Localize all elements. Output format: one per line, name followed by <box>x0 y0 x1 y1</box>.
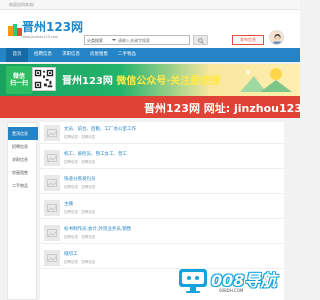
image-placeholder-icon <box>47 154 57 162</box>
listing-meta: 招聘信息 · 招聘信息 <box>64 260 96 264</box>
search-category-select[interactable]: 分类搜索 <box>87 38 103 44</box>
url-banner-text: 晋州123网 网址: jinzhou123.c <box>144 102 300 115</box>
user-icon <box>273 34 282 44</box>
list-item[interactable]: 机工、质检员、熟工女工、普工 招聘信息 · 招聘信息 <box>40 147 284 169</box>
listing-title[interactable]: 文员、前台、后勤、工厂办公室工作 <box>64 126 136 132</box>
image-placeholder-icon <box>47 229 57 237</box>
listing-meta: 招聘信息 · 招聘信息 <box>64 135 96 139</box>
listing-meta: 招聘信息 · 招聘信息 <box>64 210 96 214</box>
list-item[interactable]: 快递分拣发包员 招聘信息 · 招聘信息 <box>40 172 284 194</box>
sidebar-item-housing[interactable]: 房屋租售 <box>8 166 38 179</box>
listing-meta: 招聘信息 · 招聘信息 <box>64 235 96 239</box>
main-nav: 首页 招聘信息 求职信息 房屋租售 二手物品 <box>0 48 300 62</box>
listing-thumbnail <box>44 175 60 191</box>
header: 晋州123网 www.Jinzhou123.com 分类搜索 发布信息 <box>0 10 300 48</box>
wechat-banner-text: 晋州123网 微信公众号·关注最便捷 <box>62 72 220 87</box>
image-placeholder-icon <box>47 129 57 137</box>
listing-meta: 招聘信息 · 招聘信息 <box>64 160 96 164</box>
listing-thumbnail <box>44 150 60 166</box>
search-box: 分类搜索 <box>84 35 190 45</box>
wechat-banner-slogan: 微信公众号·关注最便捷 <box>116 76 221 87</box>
watermark-subtext: 008DH.COM <box>219 288 244 293</box>
image-placeholder-icon <box>47 204 57 212</box>
welcome-text: 欢迎访问本站! <box>9 2 35 7</box>
category-sidebar: 置顶信息 招聘信息 求职信息 房屋租售 二手物品 <box>7 122 38 300</box>
image-placeholder-icon <box>47 179 57 187</box>
nav-item-housing[interactable]: 房屋租售 <box>86 48 112 62</box>
wechat-tag-line1: 微信 <box>12 73 25 80</box>
search-icon <box>198 38 204 44</box>
listing-thumbnail <box>44 200 60 216</box>
wechat-tag-line2: 扫一扫 <box>9 80 28 87</box>
listing-title[interactable]: 主播 <box>64 201 73 207</box>
logo-icon <box>8 24 22 36</box>
listing-thumbnail <box>44 125 60 141</box>
chevron-down-icon[interactable] <box>112 39 116 41</box>
listing-title[interactable]: 标书制作员,会计,外贸业务员,销售 <box>64 226 131 232</box>
sidebar-item-secondhand[interactable]: 二手物品 <box>8 179 38 192</box>
search-input[interactable] <box>118 37 188 44</box>
image-placeholder-icon <box>47 254 57 262</box>
listing-meta: 招聘信息 · 招聘信息 <box>64 185 96 189</box>
qr-code-icon <box>32 67 56 91</box>
avatar[interactable] <box>269 30 284 45</box>
listing-thumbnail <box>44 225 60 241</box>
top-bar: 欢迎访问本站! <box>0 0 300 10</box>
listing-thumbnail <box>44 250 60 266</box>
search-button[interactable] <box>193 35 208 45</box>
wechat-banner[interactable]: 微信 扫一扫 晋州123网 微信公众号·关注最便捷 <box>0 64 300 96</box>
url-banner[interactable]: 晋州123网 网址: jinzhou123.c <box>0 96 300 118</box>
post-info-button[interactable]: 发布信息 <box>232 35 264 45</box>
monitor-logo-icon <box>179 269 207 293</box>
list-item[interactable]: 标书制作员,会计,外贸业务员,销售 招聘信息 · 招聘信息 <box>40 222 284 244</box>
list-item[interactable]: 文员、前台、后勤、工厂办公室工作 招聘信息 · 招聘信息 <box>40 122 284 144</box>
listing-title[interactable]: 缝纫工 <box>64 251 78 257</box>
watermark: 008导航 008DH.COM <box>175 264 300 300</box>
sidebar-item-jobs[interactable]: 招聘信息 <box>8 140 38 153</box>
decoration-icon <box>240 68 292 92</box>
wechat-banner-brand: 晋州123网 <box>62 76 117 87</box>
wechat-scan-tag: 微信 扫一扫 <box>6 66 32 94</box>
nav-item-secondhand[interactable]: 二手物品 <box>114 48 140 62</box>
nav-item-home[interactable]: 首页 <box>6 48 28 62</box>
nav-item-jobs[interactable]: 招聘信息 <box>30 48 56 62</box>
listing-title[interactable]: 机工、质检员、熟工女工、普工 <box>64 151 127 157</box>
sidebar-item-resumes[interactable]: 求职信息 <box>8 153 38 166</box>
sidebar-item-top[interactable]: 置顶信息 <box>8 127 38 140</box>
site-url: www.Jinzhou123.com <box>22 35 59 39</box>
list-item[interactable]: 主播 招聘信息 · 招聘信息 <box>40 197 284 219</box>
site-logo-text[interactable]: 晋州123网 <box>22 21 83 34</box>
nav-item-resumes[interactable]: 求职信息 <box>58 48 84 62</box>
listing-title[interactable]: 快递分拣发包员 <box>64 176 96 182</box>
